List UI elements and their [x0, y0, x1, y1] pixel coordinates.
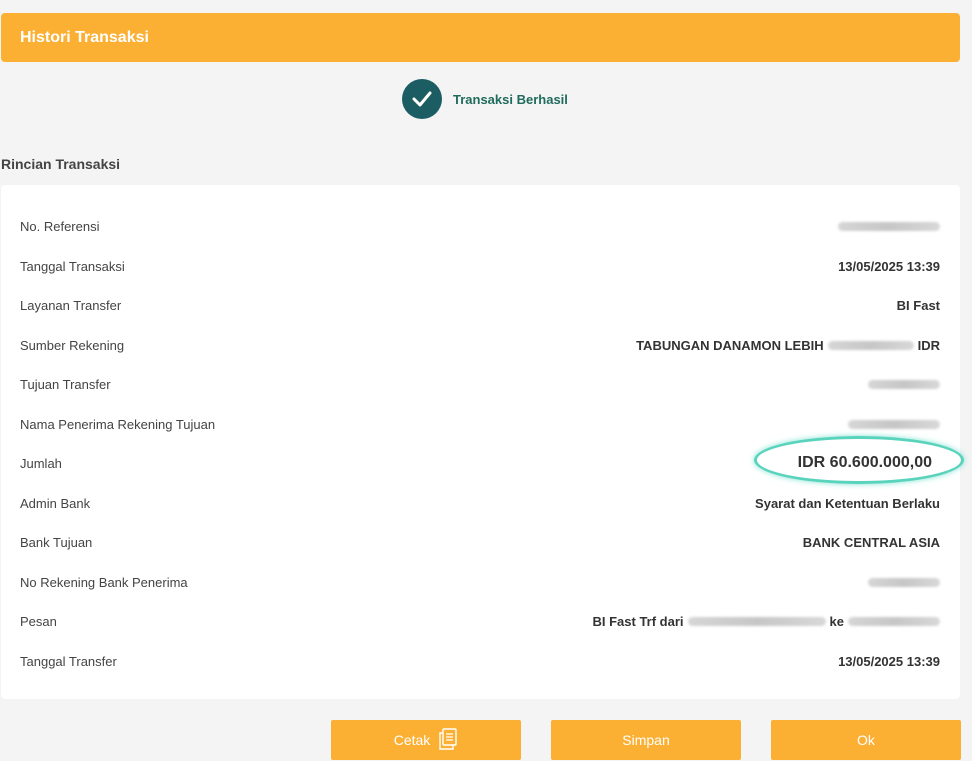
detail-row-transfer-service: Layanan Transfer BI Fast: [1, 295, 960, 315]
detail-row-destination-bank: Bank Tujuan BANK CENTRAL ASIA: [1, 532, 960, 552]
transaction-status: Transaksi Berhasil: [402, 79, 568, 119]
save-button[interactable]: Simpan: [551, 720, 741, 760]
detail-row-source-account: Sumber Rekening TABUNGAN DANAMON LEBIH I…: [1, 335, 960, 355]
save-button-label: Simpan: [622, 732, 670, 748]
detail-value: BANK CENTRAL ASIA: [802, 534, 940, 550]
detail-label: Nama Penerima Rekening Tujuan: [20, 416, 216, 432]
detail-label: Bank Tujuan: [20, 534, 93, 550]
detail-value-redacted: [848, 419, 940, 429]
redacted-sender-name: [687, 616, 826, 626]
detail-row-admin-fee: Admin Bank Syarat dan Ketentuan Berlaku: [1, 493, 960, 513]
detail-value: Syarat dan Ketentuan Berlaku: [755, 495, 940, 511]
detail-label: Admin Bank: [20, 495, 91, 511]
source-account-currency: IDR: [917, 337, 940, 353]
message-prefix: BI Fast Trf dari: [592, 613, 684, 629]
detail-label: No. Referensi: [20, 218, 100, 234]
redacted-account-number: [827, 340, 914, 350]
detail-value: BI Fast: [896, 297, 940, 313]
detail-value: BI Fast Trf dari ke: [592, 613, 940, 629]
detail-label: Pesan: [20, 613, 57, 629]
detail-row-transfer-date: Tanggal Transfer 13/05/2025 13:39: [1, 651, 960, 671]
ok-button-label: Ok: [857, 732, 875, 748]
detail-row-transaction-date: Tanggal Transaksi 13/05/2025 13:39: [1, 256, 960, 276]
detail-label: Tanggal Transfer: [20, 653, 117, 669]
detail-label: Sumber Rekening: [20, 337, 125, 353]
status-text: Transaksi Berhasil: [453, 91, 568, 107]
detail-label: Jumlah: [20, 455, 62, 471]
print-button-label: Cetak: [393, 732, 431, 748]
page-header: Histori Transaksi: [1, 13, 960, 62]
detail-row-recipient-account: No Rekening Bank Penerima: [1, 572, 960, 592]
ok-button[interactable]: Ok: [771, 720, 961, 760]
detail-row-reference: No. Referensi: [1, 216, 960, 236]
detail-row-recipient-name: Nama Penerima Rekening Tujuan: [1, 414, 960, 434]
detail-value-redacted: [868, 379, 940, 389]
detail-value-redacted: [838, 221, 940, 231]
section-title: Rincian Transaksi: [1, 156, 121, 172]
detail-row-destination: Tujuan Transfer: [1, 374, 960, 394]
source-account-name: TABUNGAN DANAMON LEBIH: [636, 337, 824, 353]
message-connector: ke: [829, 613, 844, 629]
transaction-details-card: No. Referensi Tanggal Transaksi 13/05/20…: [1, 185, 964, 699]
detail-row-message: Pesan BI Fast Trf dari ke: [1, 611, 960, 631]
detail-label: Layanan Transfer: [20, 297, 122, 313]
detail-label: No Rekening Bank Penerima: [20, 574, 188, 590]
amount-value: IDR 60.600.000,00: [797, 454, 932, 471]
detail-row-amount: Jumlah IDR 60.600.000,00: [1, 436, 964, 484]
print-button[interactable]: Cetak: [331, 720, 521, 760]
redacted-recipient-name: [848, 616, 940, 626]
detail-label: Tanggal Transaksi: [20, 258, 125, 274]
detail-value: 13/05/2025 13:39: [838, 653, 940, 669]
check-icon: [402, 79, 442, 119]
detail-value: TABUNGAN DANAMON LEBIH IDR: [636, 338, 940, 353]
document-icon: [438, 727, 458, 753]
page-title: Histori Transaksi: [20, 28, 149, 46]
amount-highlight: IDR 60.600.000,00: [753, 436, 964, 484]
detail-value: 13/05/2025 13:39: [838, 258, 940, 274]
detail-label: Tujuan Transfer: [20, 376, 111, 392]
detail-value-redacted: [868, 577, 940, 587]
